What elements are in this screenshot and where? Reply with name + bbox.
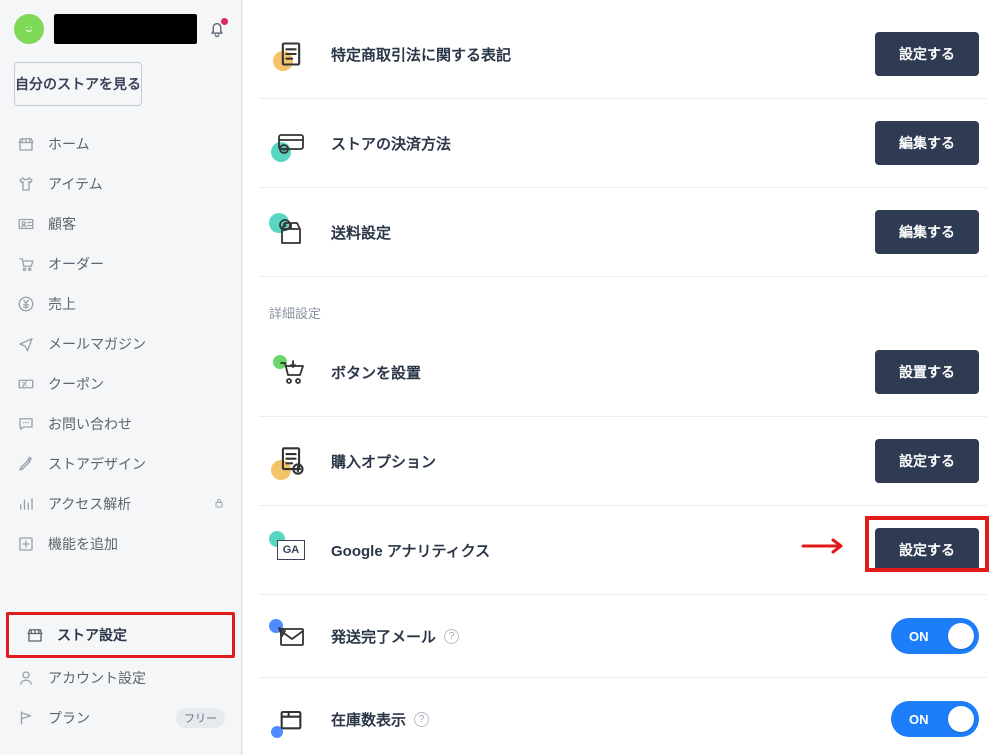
sidebar-item-contact[interactable]: お問い合わせ [0, 404, 241, 444]
plus-box-icon [16, 534, 36, 554]
settings-row-button[interactable]: 設定する [875, 528, 979, 572]
sidebar-item-label: プラン [48, 708, 164, 728]
user-name-redacted [54, 14, 197, 44]
settings-row-google-analytics: GA Google アナリティクス 設定する [259, 506, 987, 595]
view-my-store-button[interactable]: 自分のストアを見る [14, 62, 142, 106]
settings-row-title: ボタンを設置 [331, 362, 857, 383]
settings-row-title: 送料設定 [331, 222, 857, 243]
sidebar-item-design[interactable]: ストアデザイン [0, 444, 241, 484]
sidebar: 自分のストアを見る ホーム アイテム 顧客 オーダー 売上 [0, 0, 242, 755]
toggle-knob-icon [948, 623, 974, 649]
sidebar-item-label: クーポン [48, 374, 225, 394]
settings-row-title: 購入オプション [331, 451, 857, 472]
sidebar-item-label: 顧客 [48, 214, 225, 234]
person-icon [16, 668, 36, 688]
flag-icon [16, 708, 36, 728]
sidebar-item-store-settings[interactable]: ストア設定 [9, 615, 232, 655]
sidebar-header [0, 0, 241, 54]
sidebar-item-label: 機能を追加 [48, 534, 225, 554]
settings-row-button-install: ボタンを設置 設置する [259, 328, 987, 417]
settings-row-title-text: 発送完了メール [331, 626, 436, 647]
settings-row-purchase-option: 購入オプション 設定する [259, 417, 987, 506]
chat-icon [16, 414, 36, 434]
sidebar-item-add-feature[interactable]: 機能を追加 [0, 524, 241, 564]
send-icon [16, 334, 36, 354]
toggle-ship-mail[interactable]: ON [891, 618, 979, 654]
plan-badge: フリー [176, 708, 225, 728]
yen-circle-icon [16, 294, 36, 314]
bar-chart-icon [16, 494, 36, 514]
box-yen-icon: ¥ [269, 213, 313, 251]
settings-row-stock: 在庫数表示 ? ON [259, 678, 987, 755]
pen-ruler-icon [16, 454, 36, 474]
section-heading-advanced: 詳細設定 [259, 277, 987, 328]
sidebar-item-label: ストアデザイン [48, 454, 225, 474]
notification-dot-icon [221, 18, 228, 25]
box-dot-icon [269, 700, 313, 738]
settings-row-shipping: ¥ 送料設定 編集する [259, 188, 987, 277]
settings-row-button[interactable]: 設定する [875, 439, 979, 483]
toggle-knob-icon [948, 706, 974, 732]
sidebar-item-items[interactable]: アイテム [0, 164, 241, 204]
avatar[interactable] [14, 14, 44, 44]
percent-tag-icon [16, 374, 36, 394]
toggle-stock[interactable]: ON [891, 701, 979, 737]
toggle-label: ON [909, 629, 929, 644]
sidebar-item-label: ストア設定 [57, 625, 216, 645]
svg-text:¥: ¥ [283, 223, 287, 230]
lock-icon [213, 497, 225, 512]
sidebar-item-account[interactable]: アカウント設定 [0, 658, 241, 698]
settings-row-button[interactable]: 編集する [875, 121, 979, 165]
sidebar-nav: ホーム アイテム 顧客 オーダー 売上 メールマガジン [0, 120, 241, 568]
sidebar-item-customers[interactable]: 顧客 [0, 204, 241, 244]
settings-row-title-text: 在庫数表示 [331, 709, 406, 730]
settings-row-title: ストアの決済方法 [331, 133, 857, 154]
sidebar-item-analytics[interactable]: アクセス解析 [0, 484, 241, 524]
sidebar-item-plan[interactable]: プラン フリー [0, 698, 241, 738]
sidebar-item-label: ホーム [48, 134, 225, 154]
settings-list: 特定商取引法に関する表記 設定する ¥ ストアの決済方法 編集する ¥ 送料設定… [259, 0, 987, 755]
settings-row-button[interactable]: 設定する [875, 32, 979, 76]
toggle-label: ON [909, 712, 929, 727]
arrow-annotation-icon [801, 538, 847, 559]
sidebar-item-sales[interactable]: 売上 [0, 284, 241, 324]
sidebar-item-mailmag[interactable]: メールマガジン [0, 324, 241, 364]
sidebar-item-label: オーダー [48, 254, 225, 274]
sidebar-item-label: 売上 [48, 294, 225, 314]
sidebar-item-coupons[interactable]: クーポン [0, 364, 241, 404]
mail-send-icon [269, 617, 313, 655]
sidebar-item-label: お問い合わせ [48, 414, 225, 434]
sidebar-highlight-border: ストア設定 [6, 612, 235, 658]
sidebar-item-home[interactable]: ホーム [0, 124, 241, 164]
settings-row-title: 在庫数表示 ? [331, 709, 873, 730]
settings-row-payment: ¥ ストアの決済方法 編集する [259, 99, 987, 188]
cart-download-icon [269, 353, 313, 391]
id-card-icon [16, 214, 36, 234]
storefront-icon [25, 625, 45, 645]
sidebar-item-label: アクセス解析 [48, 494, 201, 514]
shirt-icon [16, 174, 36, 194]
help-icon[interactable]: ? [414, 712, 429, 727]
settings-row-title: Google アナリティクス [331, 540, 857, 561]
settings-row-button[interactable]: 設置する [875, 350, 979, 394]
settings-row-button[interactable]: 編集する [875, 210, 979, 254]
cart-icon [16, 254, 36, 274]
card-yen-icon: ¥ [269, 124, 313, 162]
settings-row-ship-mail: 発送完了メール ? ON [259, 595, 987, 678]
storefront-icon [16, 134, 36, 154]
settings-row-tokusho: 特定商取引法に関する表記 設定する [259, 10, 987, 99]
main-content: 特定商取引法に関する表記 設定する ¥ ストアの決済方法 編集する ¥ 送料設定… [242, 0, 997, 755]
settings-row-title: 特定商取引法に関する表記 [331, 44, 857, 65]
help-icon[interactable]: ? [444, 629, 459, 644]
doc-lines-icon [269, 35, 313, 73]
sidebar-item-label: アイテム [48, 174, 225, 194]
sidebar-item-orders[interactable]: オーダー [0, 244, 241, 284]
ga-badge-icon: GA [269, 531, 313, 569]
doc-plus-icon [269, 442, 313, 480]
sidebar-item-label: メールマガジン [48, 334, 225, 354]
settings-row-title: 発送完了メール ? [331, 626, 873, 647]
notifications-bell-icon[interactable] [207, 19, 227, 39]
sidebar-footer-nav: ストア設定 アカウント設定 プラン フリー [0, 608, 241, 742]
sidebar-item-label: アカウント設定 [48, 668, 225, 688]
